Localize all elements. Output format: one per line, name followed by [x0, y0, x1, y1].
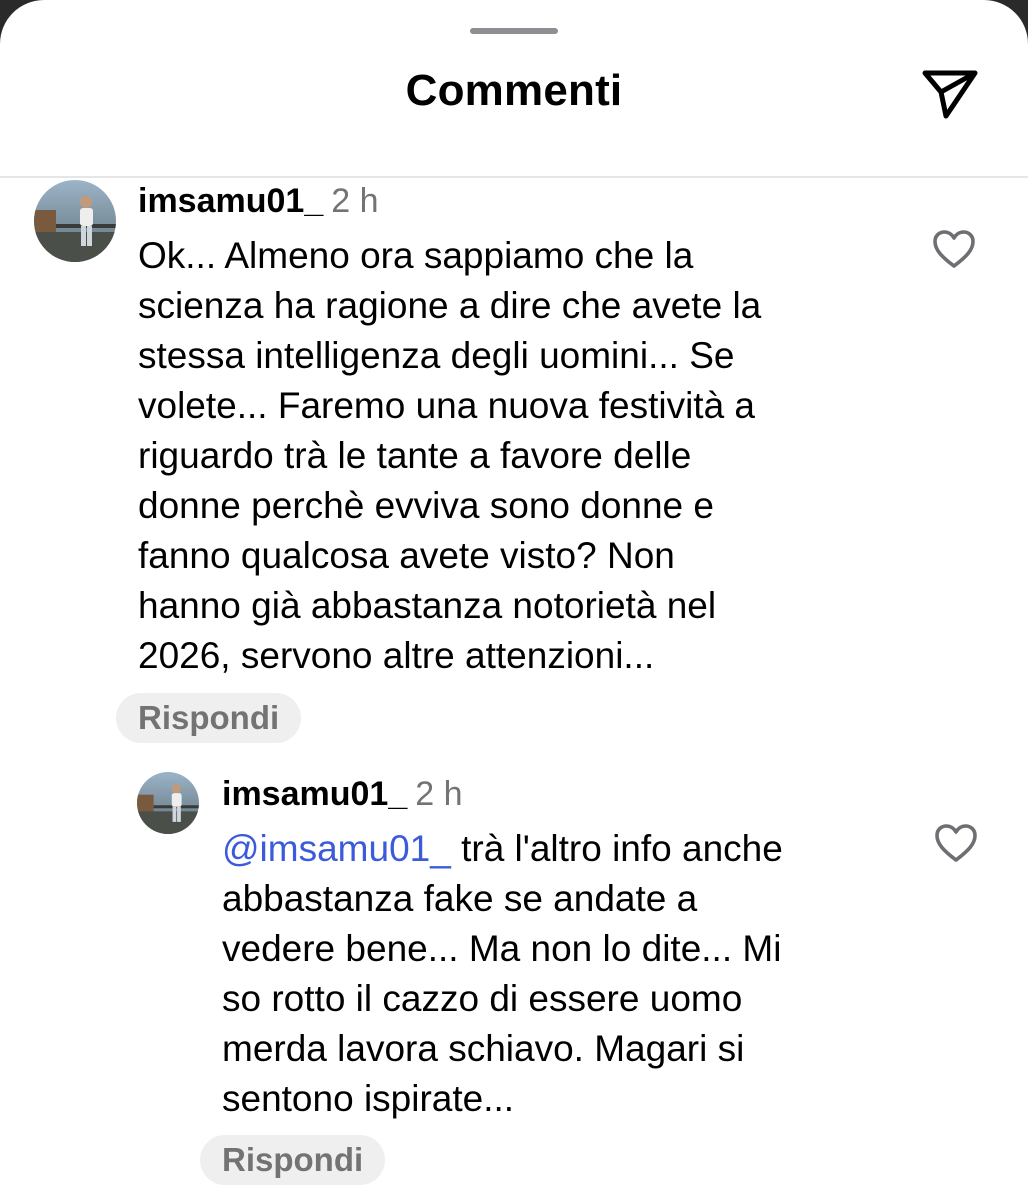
- comment-username[interactable]: imsamu01_: [138, 182, 323, 220]
- heart-outline-icon: [933, 230, 975, 268]
- page-title: Commenti: [405, 66, 623, 115]
- comment-text: @imsamu01_ trà l'altro info anche abbast…: [222, 824, 902, 1124]
- mention-link[interactable]: @imsamu01_: [222, 828, 451, 869]
- sheet-grabber-handle[interactable]: [470, 28, 558, 34]
- header-divider: [0, 176, 1028, 178]
- reply-button[interactable]: Rispondi: [200, 1135, 386, 1185]
- comment-body: Ok... Almeno ora sappiamo che la scienza…: [138, 235, 762, 676]
- reply-button[interactable]: Rispondi: [116, 693, 302, 743]
- comment-username[interactable]: imsamu01_: [222, 775, 407, 813]
- send-paper-plane-icon: [922, 70, 978, 119]
- comment-timestamp: 2 h: [331, 182, 379, 220]
- heart-outline-icon: [935, 824, 977, 862]
- avatar[interactable]: [34, 180, 116, 262]
- comment-text: Ok... Almeno ora sappiamo che la scienza…: [138, 231, 898, 681]
- comment-body: trà l'altro info anche abbastanza fake s…: [222, 828, 783, 1119]
- comment-timestamp: 2 h: [415, 775, 463, 813]
- user-avatar-photo-icon: [34, 180, 116, 262]
- comment-header: imsamu01_ 2 h: [222, 775, 463, 814]
- like-button[interactable]: [930, 817, 982, 869]
- comments-sheet: Commenti imsamu01_ 2 h Ok... Almeno ora …: [0, 0, 1028, 1200]
- comment-header: imsamu01_ 2 h: [138, 182, 379, 221]
- user-avatar-photo-icon: [137, 772, 199, 834]
- like-button[interactable]: [928, 223, 980, 275]
- avatar[interactable]: [137, 772, 199, 834]
- share-button[interactable]: [914, 62, 986, 126]
